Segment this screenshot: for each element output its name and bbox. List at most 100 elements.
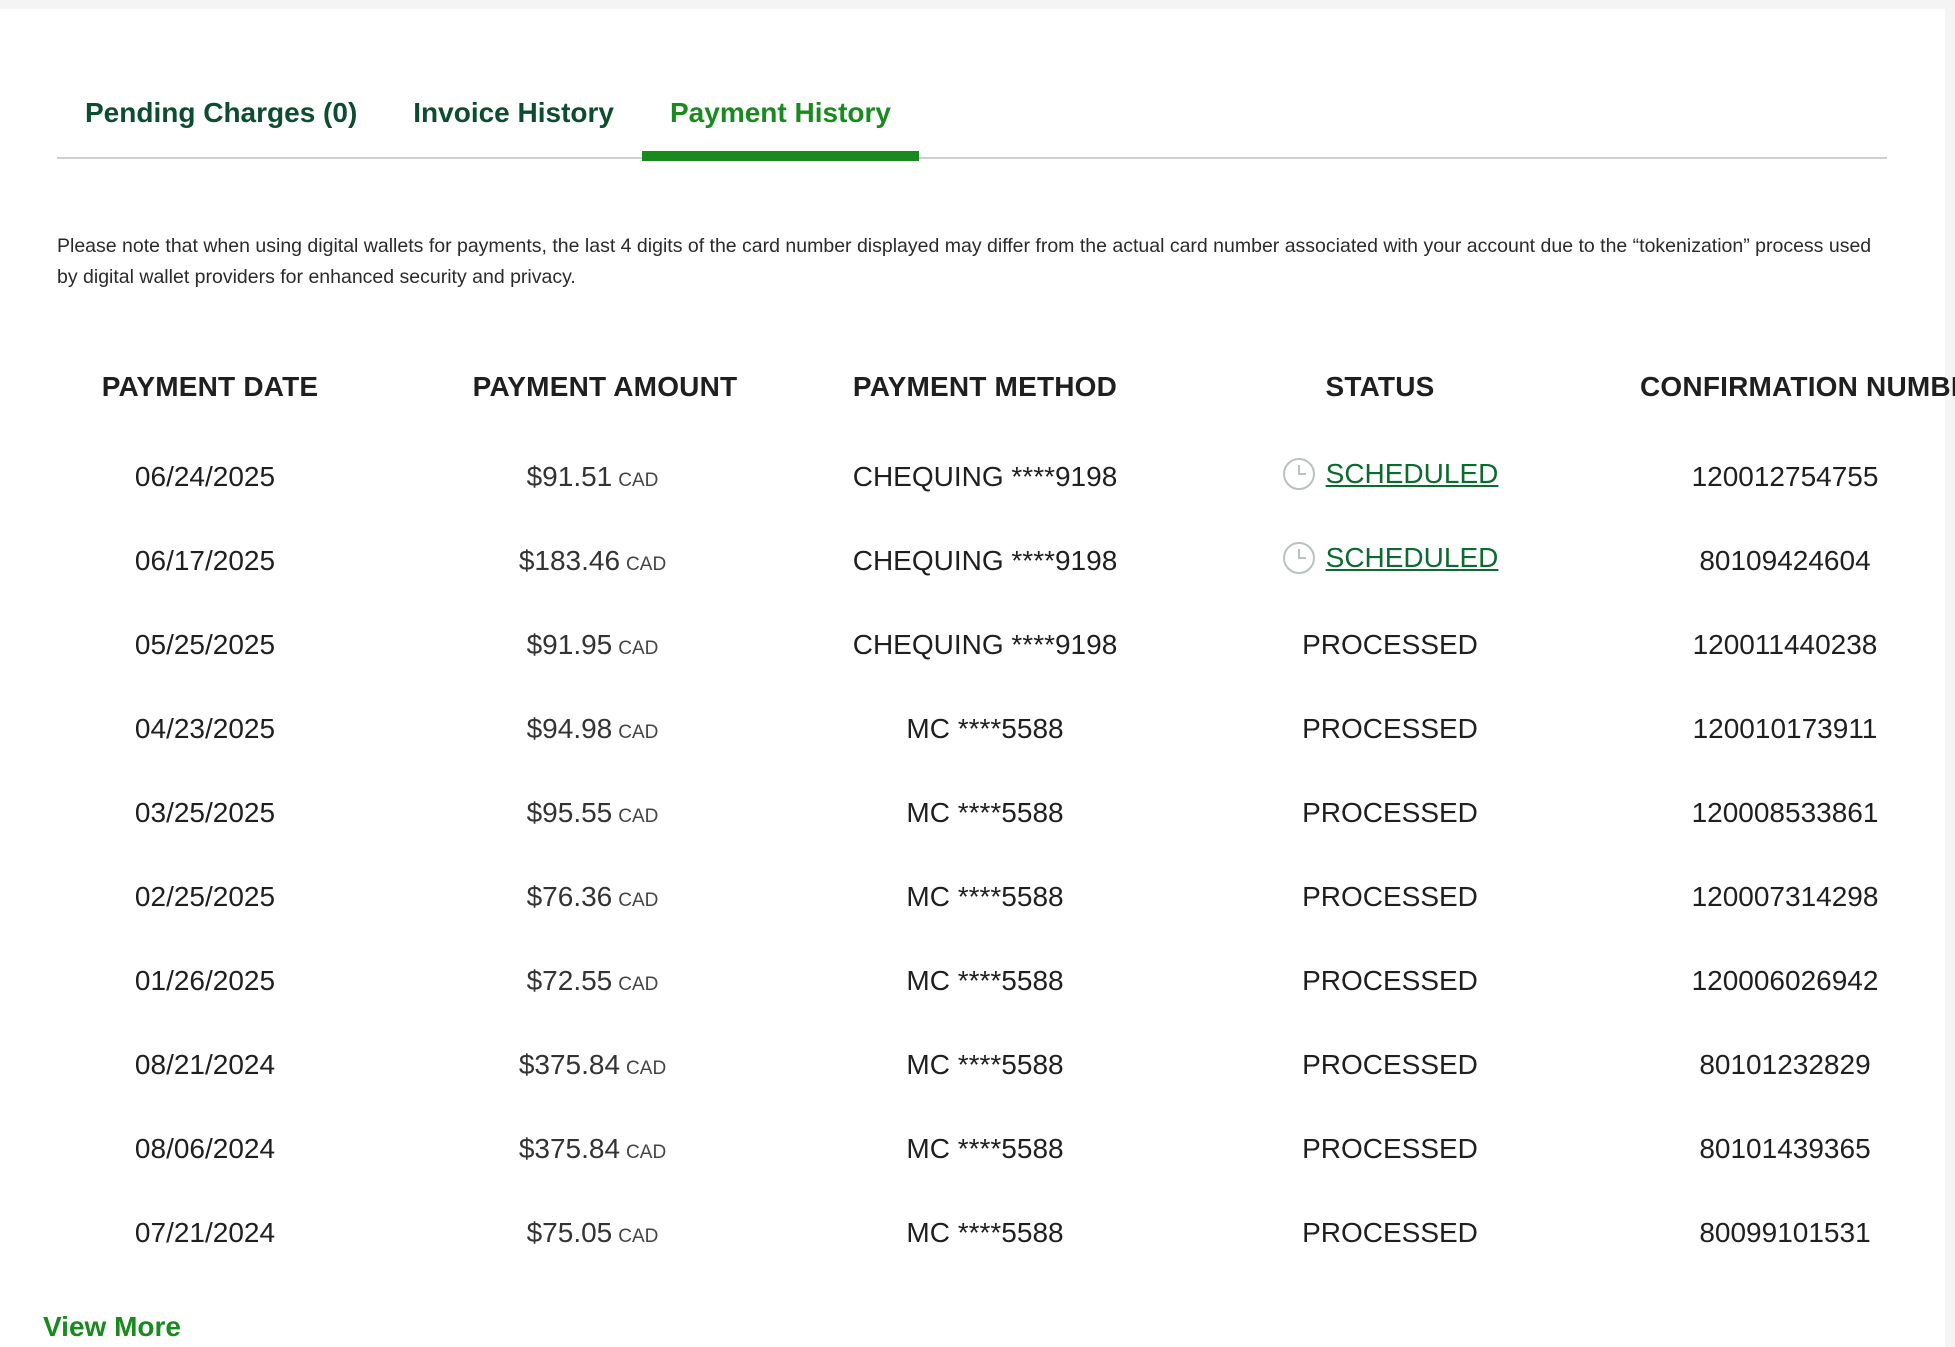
currency-label: CAD xyxy=(618,806,659,827)
view-more-link[interactable]: View More xyxy=(43,1311,181,1343)
confirmation-number: 120012754755 xyxy=(1691,461,1879,492)
tab-invoice-history[interactable]: Invoice History xyxy=(385,69,642,159)
payment-date: 01/26/2025 xyxy=(134,965,276,996)
payment-method: CHEQUING ****9198 xyxy=(852,545,1118,576)
payment-date: 05/25/2025 xyxy=(134,629,276,660)
payment-history-card: Pending Charges (0) Invoice History Paym… xyxy=(0,9,1955,1347)
status-label: SCHEDULED xyxy=(1325,457,1499,489)
payment-status: PROCESSED xyxy=(1140,713,1550,745)
payment-amount: $75.05 CAD xyxy=(370,1217,790,1249)
table-header: PAYMENT DATE PAYMENT AMOUNT PAYMENT METH… xyxy=(40,359,1955,415)
table-row: 07/21/2024 $75.05 CAD MC ****5588 PROCESSED 8… xyxy=(40,1191,1920,1275)
status-label: PROCESSED xyxy=(1302,797,1478,828)
scheduled-status-link[interactable]: SCHEDULED xyxy=(1282,457,1499,491)
confirmation-number: 80101232829 xyxy=(1699,1049,1871,1080)
amount-value: $91.95 xyxy=(526,629,613,660)
payment-method: CHEQUING ****9198 xyxy=(852,629,1118,660)
payment-status: PROCESSED xyxy=(1140,965,1550,997)
status-label: PROCESSED xyxy=(1302,713,1478,744)
currency-label: CAD xyxy=(626,1058,667,1079)
status-label: PROCESSED xyxy=(1302,629,1478,660)
table-row: 05/25/2025 $91.95 CAD CHEQUING ****9198 PROC… xyxy=(40,603,1920,687)
table-row: 08/21/2024 $375.84 CAD MC ****5588 PROCESSED… xyxy=(40,1023,1920,1107)
currency-label: CAD xyxy=(618,638,659,659)
status-label: PROCESSED xyxy=(1302,1217,1478,1248)
currency-label: CAD xyxy=(626,554,667,575)
payment-status[interactable]: SCHEDULED xyxy=(1140,457,1550,498)
table-row: 02/25/2025 $76.36 CAD MC ****5588 PROCESSED 1… xyxy=(40,855,1920,939)
payment-amount: $91.51 CAD xyxy=(370,461,790,493)
currency-label: CAD xyxy=(618,890,659,911)
payment-amount: $375.84 CAD xyxy=(370,1049,790,1081)
tab-pending-charges[interactable]: Pending Charges (0) xyxy=(57,69,385,159)
payment-status: PROCESSED xyxy=(1140,1217,1550,1249)
payment-method: MC ****5588 xyxy=(906,797,1064,828)
status-label: SCHEDULED xyxy=(1325,541,1499,573)
tab-payment-history[interactable]: Payment History xyxy=(642,69,919,161)
tab-bar: Pending Charges (0) Invoice History Paym… xyxy=(57,69,1887,161)
payment-date: 03/25/2025 xyxy=(134,797,276,828)
table-row: 06/17/2025 $183.46 CAD CHEQUING ****9198 SCH… xyxy=(40,519,1920,603)
payment-method: MC ****5588 xyxy=(906,881,1064,912)
payment-status: PROCESSED xyxy=(1140,629,1550,661)
confirmation-number: 120010173911 xyxy=(1692,713,1878,744)
payment-amount: $91.95 CAD xyxy=(370,629,790,661)
payment-history-table: PAYMENT DATE PAYMENT AMOUNT PAYMENT METH… xyxy=(40,359,1955,1275)
payment-date: 08/06/2024 xyxy=(134,1133,276,1164)
payment-method: MC ****5588 xyxy=(906,713,1064,744)
payment-date: 02/25/2025 xyxy=(134,881,276,912)
amount-value: $95.55 xyxy=(526,797,613,828)
confirmation-number: 80101439365 xyxy=(1699,1133,1871,1164)
currency-label: CAD xyxy=(618,722,659,743)
header-payment-method: PAYMENT METHOD xyxy=(852,371,1118,402)
tokenization-note: Please note that when using digital wall… xyxy=(57,235,1872,288)
payment-status: PROCESSED xyxy=(1140,1133,1550,1165)
scheduled-status-link[interactable]: SCHEDULED xyxy=(1282,541,1499,575)
payment-status: PROCESSED xyxy=(1140,797,1550,829)
header-status: STATUS xyxy=(1325,371,1435,402)
header-payment-amount: PAYMENT AMOUNT xyxy=(472,371,738,402)
amount-value: $94.98 xyxy=(526,713,613,744)
confirmation-number: 80099101531 xyxy=(1699,1217,1871,1248)
table-row: 03/25/2025 $95.55 CAD MC ****5588 PROCESSED 1… xyxy=(40,771,1920,855)
payment-date: 06/17/2025 xyxy=(134,545,276,576)
payment-status[interactable]: SCHEDULED xyxy=(1140,541,1550,582)
status-label: PROCESSED xyxy=(1302,965,1478,996)
payment-method: MC ****5588 xyxy=(906,965,1064,996)
amount-value: $375.84 xyxy=(518,1049,621,1080)
table-row: 06/24/2025 $91.51 CAD CHEQUING ****9198 SCHE… xyxy=(40,435,1920,519)
payment-date: 04/23/2025 xyxy=(134,713,276,744)
confirmation-number: 120006026942 xyxy=(1691,965,1879,996)
currency-label: CAD xyxy=(618,974,659,995)
payment-method: CHEQUING ****9198 xyxy=(852,461,1118,492)
payment-date: 06/24/2025 xyxy=(134,461,276,492)
payment-date: 07/21/2024 xyxy=(134,1217,276,1248)
status-label: PROCESSED xyxy=(1302,1133,1478,1164)
currency-label: CAD xyxy=(618,1226,659,1247)
payment-method: MC ****5588 xyxy=(906,1217,1064,1248)
table-row: 01/26/2025 $72.55 CAD MC ****5588 PROCESSED 1… xyxy=(40,939,1920,1023)
confirmation-number: 80109424604 xyxy=(1699,545,1871,576)
amount-value: $375.84 xyxy=(518,1133,621,1164)
payment-amount: $72.55 CAD xyxy=(370,965,790,997)
confirmation-number: 120011440238 xyxy=(1692,629,1878,660)
payment-method: MC ****5588 xyxy=(906,1049,1064,1080)
header-payment-date: PAYMENT DATE xyxy=(101,371,319,402)
clock-icon xyxy=(1282,457,1316,491)
confirmation-number: 120007314298 xyxy=(1691,881,1879,912)
amount-value: $91.51 xyxy=(526,461,613,492)
payment-method: MC ****5588 xyxy=(906,1133,1064,1164)
amount-value: $183.46 xyxy=(518,545,621,576)
status-label: PROCESSED xyxy=(1302,1049,1478,1080)
payment-amount: $375.84 CAD xyxy=(370,1133,790,1165)
payment-status: PROCESSED xyxy=(1140,881,1550,913)
status-label: PROCESSED xyxy=(1302,881,1478,912)
currency-label: CAD xyxy=(618,470,659,491)
payment-amount: $183.46 CAD xyxy=(370,545,790,577)
confirmation-number: 120008533861 xyxy=(1691,797,1879,828)
currency-label: CAD xyxy=(626,1142,667,1163)
payment-status: PROCESSED xyxy=(1140,1049,1550,1081)
payment-amount: $76.36 CAD xyxy=(370,881,790,913)
amount-value: $72.55 xyxy=(526,965,613,996)
payment-amount: $94.98 CAD xyxy=(370,713,790,745)
